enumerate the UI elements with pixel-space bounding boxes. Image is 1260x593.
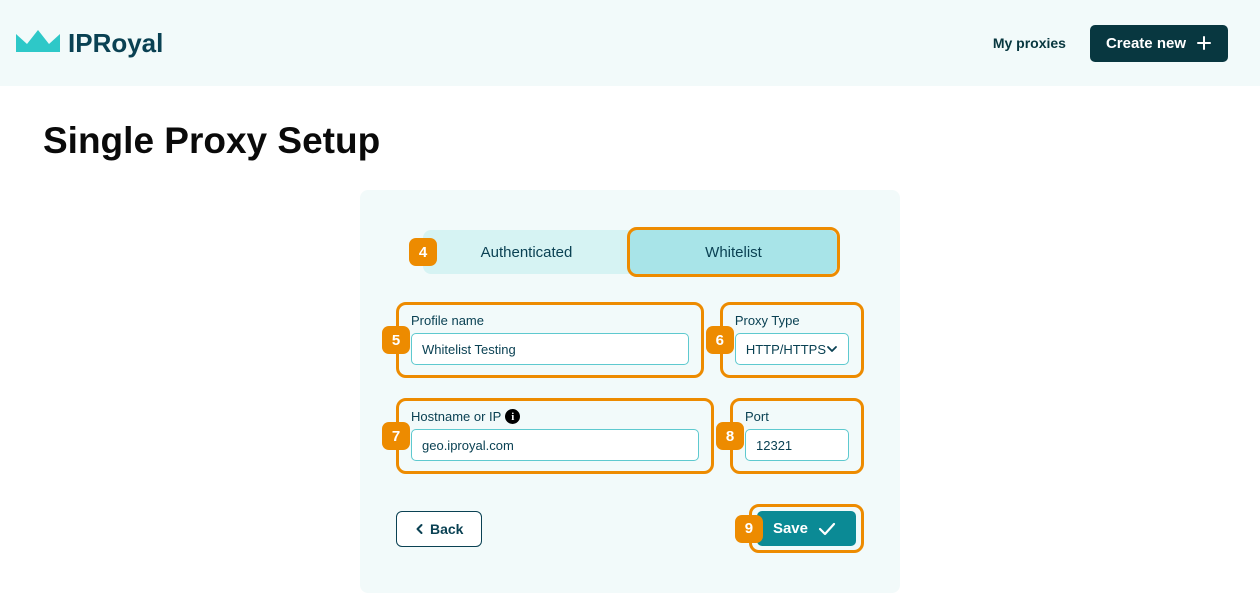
crown-icon (16, 30, 60, 56)
create-new-label: Create new (1106, 35, 1186, 52)
save-label: Save (773, 520, 808, 537)
hostname-label: Hostname or IP i (411, 409, 699, 424)
badge-5: 5 (382, 326, 410, 354)
tabs-wrap: Authenticated Whitelist 4 (423, 230, 837, 274)
profile-name-label: Profile name (411, 313, 689, 328)
hostname-label-text: Hostname or IP (411, 409, 501, 424)
highlight-box-5: Profile name (396, 302, 704, 378)
proxy-type-wrap: 6 Proxy Type HTTP/HTTPS (720, 302, 864, 378)
setup-card: Authenticated Whitelist 4 5 Profile name… (360, 190, 900, 593)
highlight-box-8: Port (730, 398, 864, 474)
save-button[interactable]: Save (757, 511, 856, 546)
plus-icon (1196, 35, 1212, 51)
profile-name-input[interactable] (411, 333, 689, 365)
proxy-type-value: HTTP/HTTPS (746, 342, 826, 357)
port-wrap: 8 Port (730, 398, 864, 474)
highlight-box-6: Proxy Type HTTP/HTTPS (720, 302, 864, 378)
page-title: Single Proxy Setup (43, 120, 1260, 162)
brand-text: IPRoyal (68, 28, 163, 59)
save-wrap: 9 Save (749, 504, 864, 553)
proxy-type-select[interactable]: HTTP/HTTPS (735, 333, 849, 365)
port-label: Port (745, 409, 849, 424)
row-2: 7 Hostname or IP i 8 Port (396, 398, 864, 474)
badge-6: 6 (706, 326, 734, 354)
tab-authenticated[interactable]: Authenticated (423, 230, 630, 274)
back-label: Back (430, 521, 463, 537)
tab-whitelist[interactable]: Whitelist (630, 230, 837, 274)
brand: IPRoyal (16, 28, 163, 59)
badge-4: 4 (409, 238, 437, 266)
back-button[interactable]: Back (396, 511, 482, 547)
tabs: Authenticated Whitelist (423, 230, 837, 274)
highlight-box-9: Save (749, 504, 864, 553)
port-input[interactable] (745, 429, 849, 461)
topbar-right: My proxies Create new (993, 25, 1228, 62)
button-row: Back 9 Save (396, 504, 864, 553)
info-icon[interactable]: i (505, 409, 520, 424)
hostname-wrap: 7 Hostname or IP i (396, 398, 714, 474)
highlight-box-7: Hostname or IP i (396, 398, 714, 474)
profile-name-wrap: 5 Profile name (396, 302, 704, 378)
check-icon (818, 522, 836, 536)
create-new-button[interactable]: Create new (1090, 25, 1228, 62)
proxy-type-label: Proxy Type (735, 313, 849, 328)
badge-9: 9 (735, 515, 763, 543)
topbar: IPRoyal My proxies Create new (0, 0, 1260, 86)
badge-7: 7 (382, 422, 410, 450)
chevron-left-icon (415, 523, 424, 535)
chevron-down-icon (826, 343, 838, 355)
badge-8: 8 (716, 422, 744, 450)
my-proxies-link[interactable]: My proxies (993, 35, 1066, 51)
hostname-input[interactable] (411, 429, 699, 461)
row-1: 5 Profile name 6 Proxy Type HTTP/HTTPS (396, 302, 864, 378)
